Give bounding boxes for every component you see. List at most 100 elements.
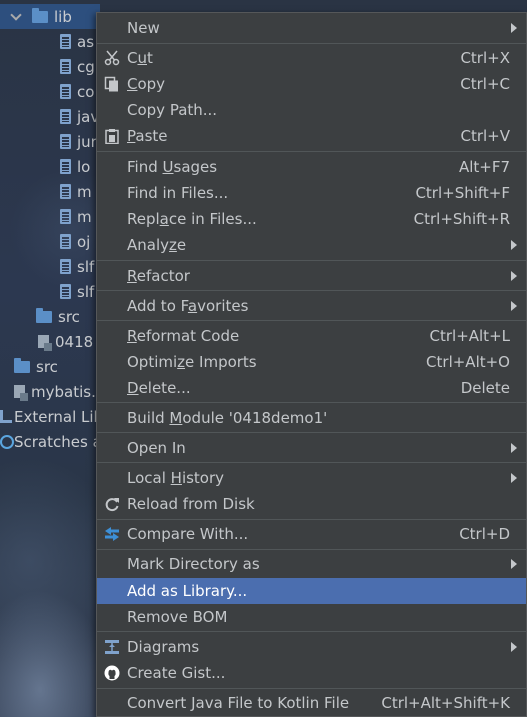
submenu-arrow-icon	[511, 642, 517, 652]
tree-item-label: lo	[77, 157, 91, 176]
tree-item-jar[interactable]: jav	[60, 104, 99, 129]
tree-item-file[interactable]: 0418	[38, 329, 93, 354]
menu-label: Add as Library...	[127, 582, 248, 600]
menu-item-copy-path[interactable]: Copy Path...	[97, 97, 526, 123]
menu-item-add-to-favorites[interactable]: Add to Favorites	[97, 293, 526, 319]
scissors-icon	[104, 50, 120, 66]
tree-item-jar[interactable]: oj	[60, 229, 90, 254]
tree-item-scratches[interactable]: Scratches a	[0, 429, 100, 454]
menu-label: Add to Favorites	[127, 297, 249, 315]
tree-item-jar[interactable]: cg	[60, 54, 95, 79]
menu-label: Diagrams	[127, 638, 200, 656]
jar-icon	[60, 109, 71, 124]
jar-icon	[60, 159, 71, 174]
tree-item-label: oj	[77, 232, 91, 251]
menu-item-local-history[interactable]: Local History	[97, 465, 526, 491]
tree-item-jar[interactable]: m	[60, 204, 92, 229]
tree-item-jar[interactable]: slf	[60, 254, 94, 279]
tree-item-label: slf	[77, 282, 95, 301]
tree-item-label: slf	[77, 257, 95, 276]
tree-item-label: lib	[54, 7, 72, 26]
jar-icon	[60, 284, 71, 299]
menu-label: Build Module '0418demo1'	[127, 409, 328, 427]
tree-item-jar[interactable]: co	[60, 79, 94, 104]
jar-icon	[60, 234, 71, 249]
separator	[97, 631, 526, 632]
menu-item-refactor[interactable]: Refactor	[97, 263, 526, 289]
separator	[97, 549, 526, 550]
diagram-icon	[105, 640, 119, 654]
tree-item-lib[interactable]: lib	[0, 4, 100, 29]
tree-item-label: m	[77, 182, 92, 201]
menu-label: Replace in Files...	[127, 210, 257, 228]
menu-shortcut: Ctrl+Shift+R	[413, 210, 510, 228]
menu-label: Cut	[127, 49, 153, 67]
context-menu: New Cut Ctrl+X Copy Ctrl+C Copy Path... …	[96, 12, 527, 717]
tree-item-src[interactable]: src	[36, 304, 80, 329]
folder-icon	[32, 7, 48, 23]
menu-item-new[interactable]: New	[97, 15, 526, 41]
chevron-down-icon[interactable]	[10, 8, 22, 21]
github-icon	[104, 665, 120, 681]
tree-item-label: mybatis.	[31, 382, 96, 401]
tree-item-src[interactable]: src	[14, 354, 58, 379]
menu-item-reformat-code[interactable]: Reformat Code Ctrl+Alt+L	[97, 323, 526, 349]
tree-item-label: cg	[77, 57, 95, 76]
menu-shortcut: Ctrl+C	[460, 75, 510, 93]
separator	[97, 43, 526, 44]
tree-item-external-libraries[interactable]: External Lib	[0, 404, 100, 429]
submenu-arrow-icon	[511, 473, 517, 483]
menu-label: Local History	[127, 469, 225, 487]
menu-item-analyze[interactable]: Analyze	[97, 232, 526, 258]
separator	[97, 462, 526, 463]
menu-shortcut: Alt+F7	[458, 158, 510, 176]
menu-item-convert-java-to-kotlin[interactable]: Convert Java File to Kotlin File Ctrl+Al…	[97, 690, 526, 716]
menu-label: Compare With...	[127, 525, 249, 543]
jar-icon	[60, 59, 71, 74]
menu-item-create-gist[interactable]: Create Gist...	[97, 660, 526, 686]
menu-label: Reformat Code	[127, 327, 240, 345]
menu-item-reload-from-disk[interactable]: Reload from Disk	[97, 491, 526, 517]
menu-shortcut: Ctrl+Alt+L	[429, 327, 511, 345]
menu-item-cut[interactable]: Cut Ctrl+X	[97, 45, 526, 71]
tree-item-jar[interactable]: as	[60, 29, 94, 54]
menu-item-paste[interactable]: Paste Ctrl+V	[97, 123, 526, 149]
tree-item-jar[interactable]: slf	[60, 279, 94, 304]
menu-item-build-module[interactable]: Build Module '0418demo1'	[97, 405, 526, 431]
menu-item-optimize-imports[interactable]: Optimize Imports Ctrl+Alt+O	[97, 349, 526, 375]
menu-shortcut: Ctrl+Alt+O	[426, 353, 510, 371]
menu-item-find-usages[interactable]: Find Usages Alt+F7	[97, 154, 526, 180]
menu-item-delete[interactable]: Delete... Delete	[97, 375, 526, 401]
folder-icon	[14, 357, 30, 373]
menu-item-copy[interactable]: Copy Ctrl+C	[97, 71, 526, 97]
tree-item-jar[interactable]: m	[60, 179, 92, 204]
menu-item-diagrams[interactable]: Diagrams	[97, 634, 526, 660]
tree-item-jar[interactable]: jur	[60, 129, 97, 154]
menu-label: Find Usages	[127, 158, 218, 176]
menu-label: Refactor	[127, 267, 190, 285]
separator	[97, 519, 526, 520]
reload-icon	[105, 498, 119, 512]
menu-shortcut: Ctrl+V	[460, 127, 510, 145]
compare-arrows-icon	[105, 527, 119, 541]
menu-item-replace-in-files[interactable]: Replace in Files... Ctrl+Shift+R	[97, 206, 526, 232]
tree-item-jar[interactable]: lo	[60, 154, 90, 179]
menu-item-mark-directory-as[interactable]: Mark Directory as	[97, 551, 526, 577]
menu-label: Convert Java File to Kotlin File	[127, 694, 350, 712]
menu-label: Copy	[127, 75, 166, 93]
tree-item-label: m	[77, 207, 92, 226]
menu-label: Create Gist...	[127, 664, 226, 682]
menu-item-add-as-library[interactable]: Add as Library...	[97, 578, 526, 604]
menu-item-open-in[interactable]: Open In	[97, 435, 526, 461]
menu-label: Reload from Disk	[127, 495, 255, 513]
menu-item-remove-bom[interactable]: Remove BOM	[97, 604, 526, 630]
tree-item-file[interactable]: mybatis.	[14, 379, 96, 404]
menu-label: Optimize Imports	[127, 353, 257, 371]
submenu-arrow-icon	[511, 443, 517, 453]
separator	[97, 320, 526, 321]
menu-label: Open In	[127, 439, 186, 457]
separator	[97, 260, 526, 261]
project-tree: lib as cg co jav jur lo m m oj slf slf s…	[0, 0, 100, 717]
menu-item-compare-with[interactable]: Compare With... Ctrl+D	[97, 521, 526, 547]
menu-item-find-in-files[interactable]: Find in Files... Ctrl+Shift+F	[97, 180, 526, 206]
